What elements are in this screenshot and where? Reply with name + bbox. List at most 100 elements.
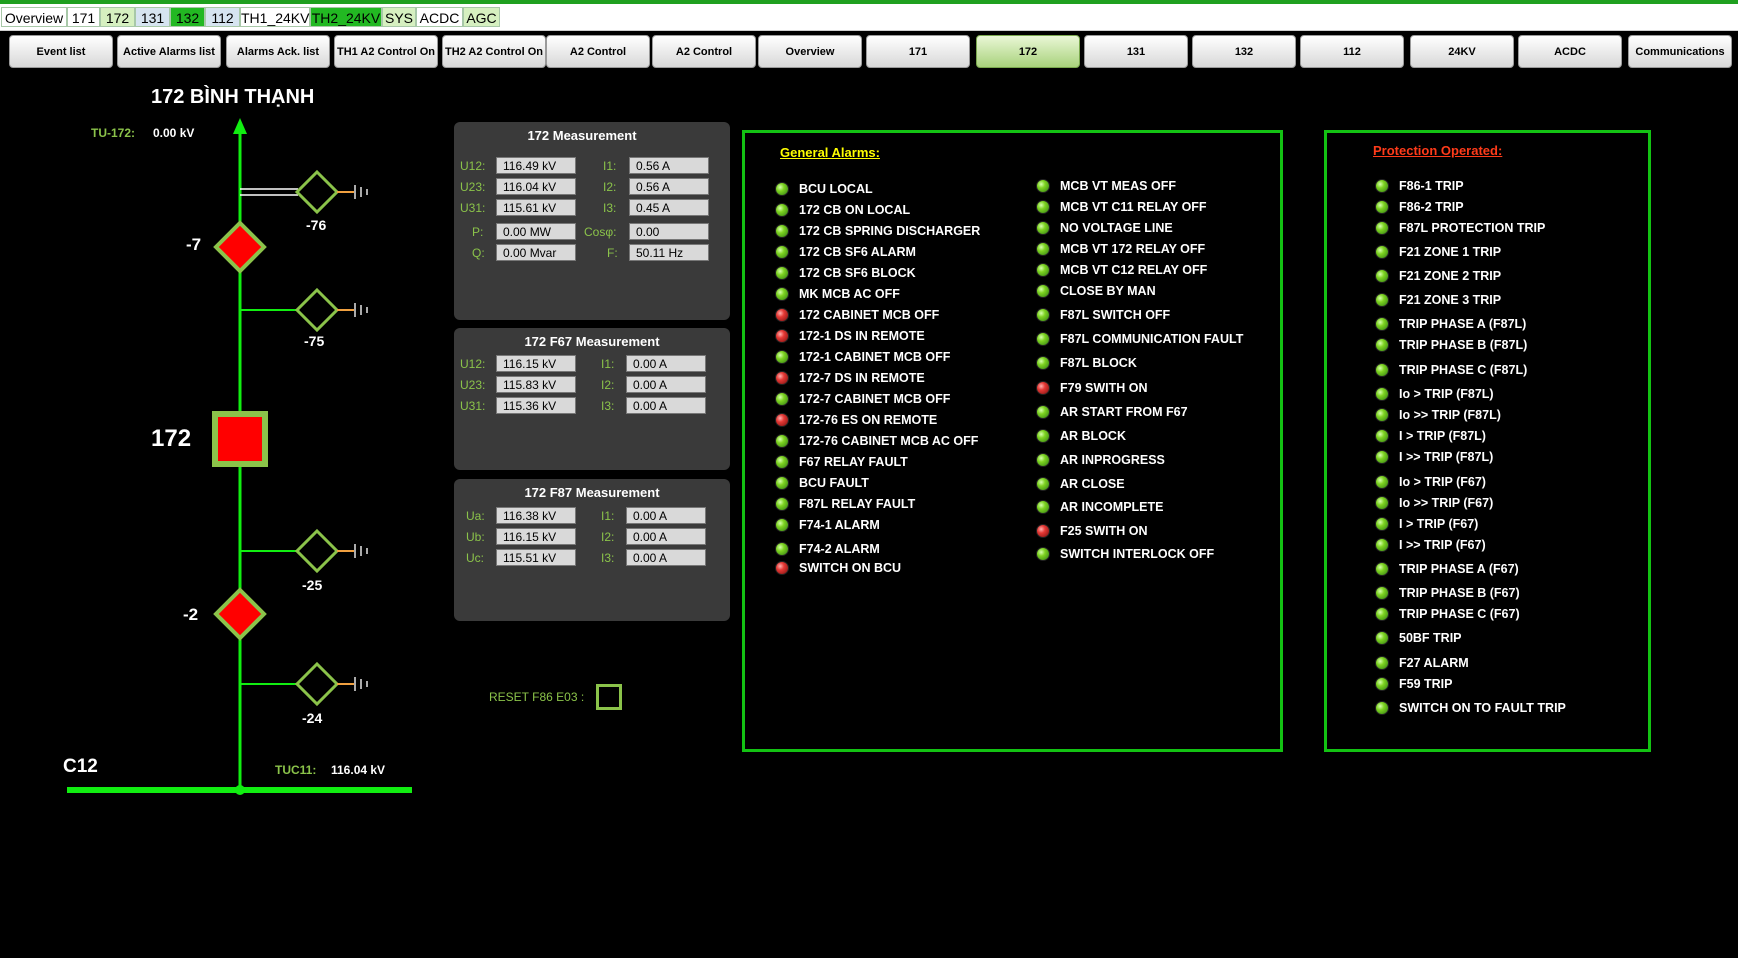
tab-sys[interactable]: SYS [382, 7, 416, 27]
status-led-icon [1375, 269, 1389, 283]
alarm-label: F87L RELAY FAULT [799, 497, 916, 511]
protection-item: TRIP PHASE B (F67) [1375, 586, 1520, 600]
bus-junction-dot [235, 785, 245, 795]
alarm-label: 172-76 CABINET MCB AC OFF [799, 434, 979, 448]
alarm-label: MCB VT 172 RELAY OFF [1060, 242, 1206, 256]
alarm-label: F25 SWITH ON [1060, 524, 1148, 538]
busbar-label: C12 [63, 756, 98, 777]
general-alarm-item: MCB VT C11 RELAY OFF [1036, 200, 1207, 214]
tab-th1-24kv[interactable]: TH1_24KV [240, 7, 310, 27]
tab-171[interactable]: 171 [67, 7, 100, 27]
event-list-button[interactable]: Event list [9, 35, 113, 68]
alarm-label: 50BF TRIP [1399, 631, 1462, 645]
i2-value: 0.00 A [626, 528, 706, 545]
i1-value: 0.00 A [626, 355, 706, 372]
alarm-label: MK MCB AC OFF [799, 287, 900, 301]
alarm-label: TRIP PHASE B (F67) [1399, 586, 1520, 600]
disconnector-2[interactable] [213, 587, 267, 641]
status-led-icon [1036, 179, 1050, 193]
bay-112-button[interactable]: 112 [1300, 35, 1404, 68]
tab-acdc[interactable]: ACDC [416, 7, 463, 27]
bay-172-button[interactable]: 172 [976, 35, 1080, 68]
general-alarm-item: F74-1 ALARM [775, 518, 880, 532]
bay-131-button[interactable]: 131 [1084, 35, 1188, 68]
protection-item: Io >> TRIP (F87L) [1375, 408, 1501, 422]
alarms-ack-list-button[interactable]: Alarms Ack. list [226, 35, 330, 68]
earth-switch-24[interactable] [240, 661, 368, 707]
earth-switch-75-label: -75 [304, 333, 325, 349]
alarm-label: 172-7 DS IN REMOTE [799, 371, 925, 385]
alarm-label: AR INCOMPLETE [1060, 500, 1164, 514]
a2-control-button-2[interactable]: A2 Control [652, 35, 756, 68]
communications-button[interactable]: Communications [1628, 35, 1732, 68]
earth-switch-25[interactable] [240, 528, 368, 574]
general-alarm-item: 172-7 DS IN REMOTE [775, 371, 925, 385]
single-line-diagram [67, 118, 412, 795]
a2-control-button-1[interactable]: A2 Control [546, 35, 650, 68]
tab-agc[interactable]: AGC [463, 7, 500, 27]
status-led-icon [1375, 538, 1389, 552]
th1-a2-control-button[interactable]: TH1 A2 Control On [334, 35, 438, 68]
tab-112[interactable]: 112 [205, 7, 240, 27]
i3-label: I3: [603, 201, 617, 215]
tab-overview[interactable]: Overview [1, 7, 67, 27]
disconnector-7[interactable] [213, 220, 267, 274]
status-led-icon [1036, 263, 1050, 277]
bay-132-button[interactable]: 132 [1192, 35, 1296, 68]
status-led-icon [1375, 677, 1389, 691]
active-alarms-list-button[interactable]: Active Alarms list [117, 35, 221, 68]
status-led-icon [1375, 429, 1389, 443]
u23-label: U23: [460, 378, 486, 392]
general-alarm-item: F74-2 ALARM [775, 542, 880, 556]
status-led-icon [1036, 308, 1050, 322]
status-led-icon [1375, 517, 1389, 531]
tab-th2-24kv[interactable]: TH2_24KV [310, 7, 382, 27]
alarm-label: F86-2 TRIP [1399, 200, 1464, 214]
alarm-label: F21 ZONE 1 TRIP [1399, 245, 1502, 259]
general-alarms-title: General Alarms: [780, 145, 880, 160]
24kv-button[interactable]: 24KV [1410, 35, 1514, 68]
u12-value: 116.49 kV [496, 157, 576, 174]
alarm-label: F59 TRIP [1399, 677, 1453, 691]
earth-switch-76[interactable] [240, 169, 368, 215]
alarm-label: I > TRIP (F67) [1399, 517, 1479, 531]
u31-value: 115.36 kV [496, 397, 576, 414]
th2-a2-control-button[interactable]: TH2 A2 Control On [442, 35, 546, 68]
status-led-icon [775, 497, 789, 511]
i1-value: 0.56 A [629, 157, 709, 174]
general-alarm-item: F87L BLOCK [1036, 356, 1137, 370]
earth-switch-75[interactable] [240, 287, 368, 333]
alarm-label: AR START FROM F67 [1060, 405, 1188, 419]
bay-171-button[interactable]: 171 [866, 35, 970, 68]
tab-132[interactable]: 132 [170, 7, 205, 27]
status-led-icon [1036, 405, 1050, 419]
alarm-label: MCB VT MEAS OFF [1060, 179, 1176, 193]
status-led-icon [1036, 356, 1050, 370]
status-led-icon [1375, 701, 1389, 715]
circuit-breaker-172[interactable] [212, 411, 268, 467]
alarm-label: F86-1 TRIP [1399, 179, 1464, 193]
status-led-icon [1036, 332, 1050, 346]
status-led-icon [775, 434, 789, 448]
general-alarm-item: 172 CB SF6 ALARM [775, 245, 916, 259]
status-led-icon [775, 392, 789, 406]
reset-f86-button[interactable] [596, 684, 622, 710]
protection-item: TRIP PHASE B (F87L) [1375, 338, 1527, 352]
overview-button[interactable]: Overview [758, 35, 862, 68]
earth-switch-24-label: -24 [302, 710, 323, 726]
status-led-icon [775, 561, 789, 575]
reset-f86-label: RESET F86 E03 : [489, 690, 585, 704]
general-alarm-item: MK MCB AC OFF [775, 287, 900, 301]
general-alarm-item: 172-7 CABINET MCB OFF [775, 392, 950, 406]
tab-131[interactable]: 131 [135, 7, 170, 27]
alarm-label: TRIP PHASE C (F87L) [1399, 363, 1528, 377]
status-led-icon [1375, 387, 1389, 401]
protection-item: I > TRIP (F87L) [1375, 429, 1486, 443]
tab-172[interactable]: 172 [100, 7, 135, 27]
alarm-label: Io >> TRIP (F67) [1399, 496, 1494, 510]
ub-label: Ub: [466, 530, 485, 544]
q-value: 0.00 Mvar [496, 244, 576, 261]
acdc-button[interactable]: ACDC [1518, 35, 1622, 68]
alarm-label: AR BLOCK [1060, 429, 1126, 443]
navigation-button-bar: Event list Active Alarms list Alarms Ack… [0, 34, 1738, 70]
